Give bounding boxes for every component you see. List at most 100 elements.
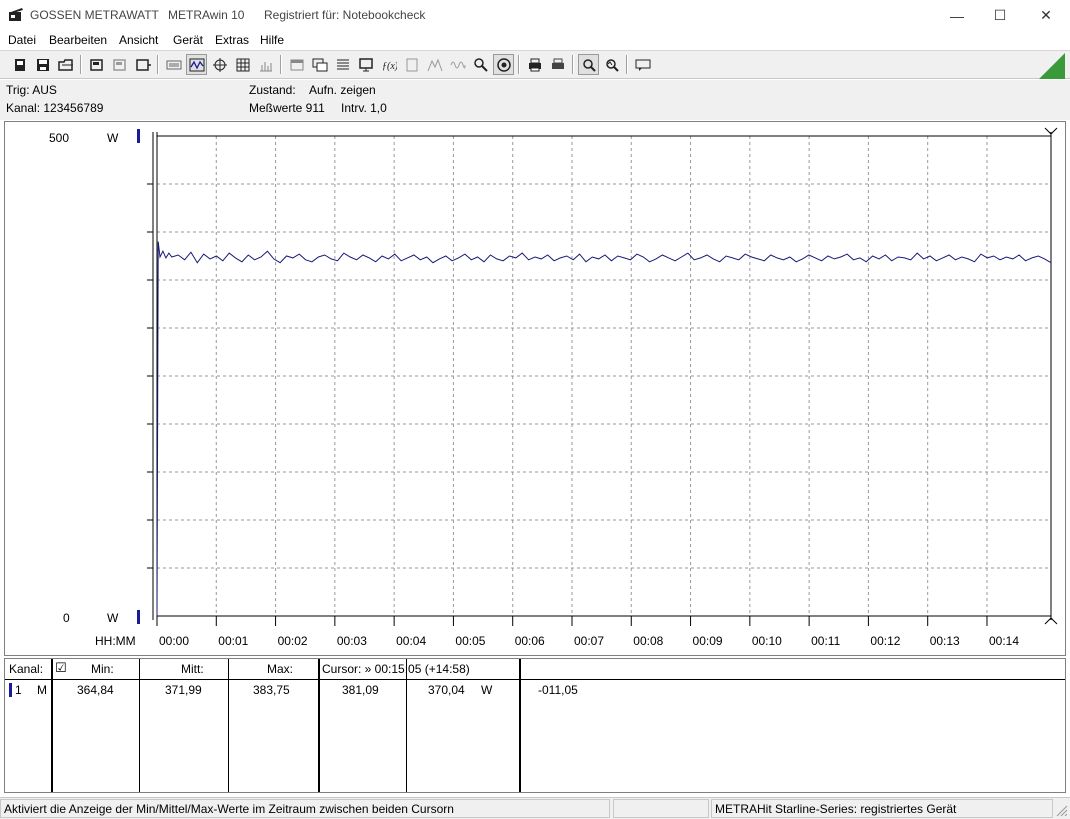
x-tick-label: 00:03 — [337, 634, 367, 648]
row-channel: 1 — [15, 683, 22, 697]
col-divider — [406, 659, 407, 792]
row-cursor-value2: 370,04 — [428, 683, 465, 697]
x-tick-label: 00:10 — [752, 634, 782, 648]
state-value: Aufn. zeigen — [309, 83, 376, 97]
channel-status: Kanal: 123456789 — [6, 101, 104, 115]
max-header: Max: — [267, 662, 294, 676]
x-tick-label: 00:09 — [693, 634, 723, 648]
row-diff: -011,05 — [538, 683, 578, 697]
y-bottom-unit: W — [107, 611, 119, 625]
window-stack-icon[interactable] — [309, 54, 330, 75]
show-checkbox[interactable]: ☑ — [55, 660, 67, 676]
menu-hilfe[interactable]: Hilfe — [260, 33, 284, 47]
col-divider — [318, 659, 320, 792]
print-preview-icon[interactable] — [547, 54, 568, 75]
y-bottom-marker — [137, 610, 140, 624]
resize-grip-icon[interactable] — [1056, 805, 1068, 817]
svg-text:ƒ(x): ƒ(x) — [382, 61, 397, 72]
row-mode: M — [37, 683, 47, 697]
crosshair-view-icon[interactable] — [209, 54, 230, 75]
device-read-icon[interactable] — [86, 54, 107, 75]
monitor-icon[interactable] — [355, 54, 376, 75]
row-min: 364,84 — [77, 683, 114, 697]
row-mitt: 371,99 — [165, 683, 202, 697]
table-view-icon[interactable] — [232, 54, 253, 75]
chart-panel: 500 W 0 W HH:MM 00:00 00:01 00:02 00:03 00:0… — [4, 121, 1066, 656]
menu-datei[interactable]: Datei — [8, 33, 36, 47]
y-bottom-label: 0 — [63, 611, 70, 625]
x-tick-label: 00:13 — [930, 634, 960, 648]
values-table: Kanal: ☑ Min: Mitt: Max: Cursor: » 00:15… — [4, 658, 1066, 793]
interval-value: Intrv. 1,0 — [341, 101, 387, 115]
y-top-unit: W — [107, 131, 119, 145]
status-triangle-icon — [1039, 53, 1065, 79]
state-label: Zustand: — [249, 83, 296, 97]
registered-title: Registriert für: Notebookcheck — [264, 8, 426, 22]
device-send-icon[interactable] — [132, 54, 153, 75]
menu-bar: Datei Bearbeiten Ansicht Gerät Extras Hi… — [0, 31, 1070, 51]
peak-icon[interactable] — [424, 54, 445, 75]
y-top-label: 500 — [49, 131, 69, 145]
menu-extras[interactable]: Extras — [215, 33, 249, 47]
help-chat-icon[interactable] — [632, 54, 653, 75]
menu-geraet[interactable]: Gerät — [173, 33, 203, 47]
minimize-button[interactable]: — — [934, 0, 980, 31]
x-tick-label: 00:02 — [278, 634, 308, 648]
row-cursor-value: 381,09 — [342, 683, 379, 697]
new-file-icon[interactable] — [9, 54, 30, 75]
chart-grid — [157, 136, 1051, 616]
line-chart[interactable]: 500 W 0 W HH:MM 00:00 00:01 00:02 00:03 00:0… — [5, 122, 1065, 655]
menu-ansicht[interactable]: Ansicht — [119, 33, 158, 47]
text-view-icon[interactable] — [163, 54, 184, 75]
trigger-status: Trig: AUS — [6, 83, 57, 97]
meter-icon[interactable] — [401, 54, 422, 75]
x-tick-label: 00:00 — [159, 634, 189, 648]
histogram-view-icon[interactable] — [255, 54, 276, 75]
status-device: METRAHit Starline-Series: registriertes … — [711, 799, 1053, 818]
status-bar: Aktiviert die Anzeige der Min/Mittel/Max… — [0, 797, 1070, 819]
x-tick-label: 00:04 — [396, 634, 426, 648]
x-tick-label: 00:14 — [989, 634, 1019, 648]
mitt-header: Mitt: — [181, 662, 204, 676]
y-top-marker — [137, 129, 140, 143]
x-tick-label: 00:06 — [515, 634, 545, 648]
window-icon[interactable] — [286, 54, 307, 75]
x-tick-label: 00:01 — [218, 634, 248, 648]
row-unit: W — [481, 683, 493, 697]
device-config-icon[interactable] — [109, 54, 130, 75]
close-button[interactable]: ✕ — [1023, 0, 1069, 31]
x-tick-labels: 00:00 00:01 00:02 00:03 00:04 00:05 00:06 00:07… — [159, 634, 1019, 648]
title-bar: GOSSEN METRAWATT METRAwin 10 Registriert… — [0, 0, 1070, 31]
status-empty — [613, 799, 709, 818]
function-icon[interactable]: ƒ(x) — [378, 54, 399, 75]
row-max: 383,75 — [253, 683, 290, 697]
kanal-header: Kanal: — [9, 662, 44, 676]
zoom-wave-icon[interactable] — [601, 54, 622, 75]
min-header: Min: — [91, 662, 114, 676]
zoom-icon[interactable] — [578, 54, 599, 75]
print-icon[interactable] — [524, 54, 545, 75]
cursor-header: Cursor: » 00:15:05 (+14:58) — [322, 662, 470, 676]
app-title: METRAwin 10 — [168, 8, 245, 22]
x-tick-label: 00:12 — [870, 634, 900, 648]
waveform-view-icon[interactable] — [186, 54, 207, 75]
col-divider — [139, 659, 140, 792]
wave-icon[interactable] — [447, 54, 468, 75]
status-hint: Aktiviert die Anzeige der Min/Mittel/Max… — [0, 799, 610, 818]
x-tick-label: 00:08 — [633, 634, 663, 648]
measurement-count: Meßwerte 911 — [249, 101, 325, 115]
menu-bearbeiten[interactable]: Bearbeiten — [49, 33, 107, 47]
chart-ticks — [147, 183, 988, 626]
record-icon[interactable] — [493, 54, 514, 75]
x-tick-label: 00:11 — [811, 634, 840, 648]
info-panel: Trig: AUS Kanal: 123456789 Zustand: Aufn… — [0, 80, 1070, 120]
x-axis-label: HH:MM — [95, 634, 136, 648]
col-divider — [51, 659, 53, 792]
x-tick-label: 00:07 — [574, 634, 604, 648]
search-channel-icon[interactable] — [470, 54, 491, 75]
series-line — [156, 241, 1052, 617]
maximize-button[interactable]: ☐ — [977, 0, 1023, 31]
open-folder-icon[interactable] — [55, 54, 76, 75]
list-icon[interactable] — [332, 54, 353, 75]
save-icon[interactable] — [32, 54, 53, 75]
